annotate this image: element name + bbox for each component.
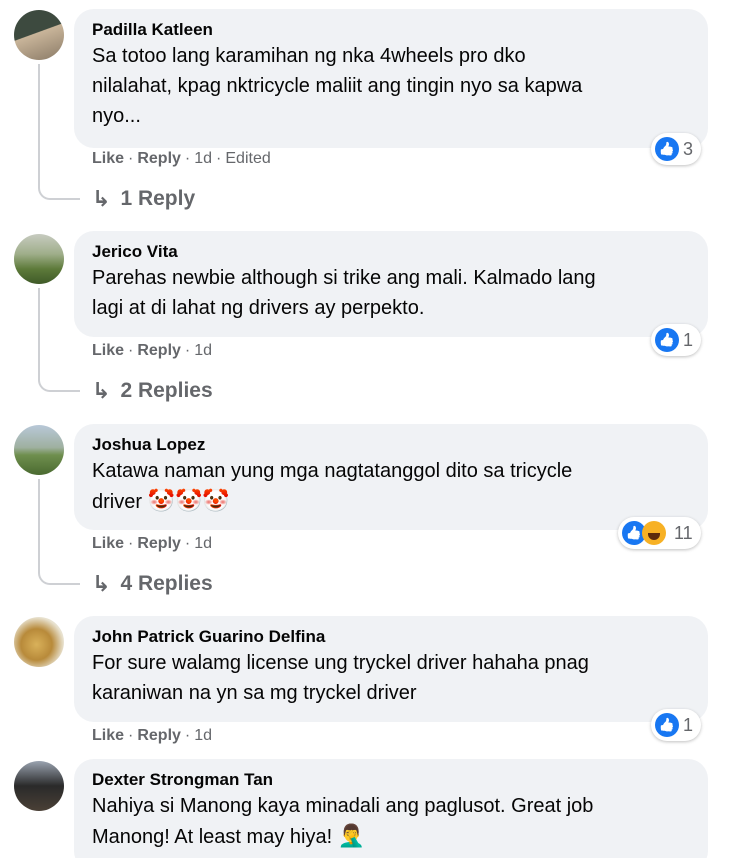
reply-button[interactable]: Reply: [137, 535, 181, 552]
comment-text-line: lagi at di lahat ng drivers ay perpekto.: [92, 297, 425, 319]
reaction-summary[interactable]: 11: [618, 517, 701, 549]
view-replies-link[interactable]: ↳ 4 Replies: [92, 571, 213, 597]
reply-button[interactable]: Reply: [137, 342, 181, 359]
reaction-count: 3: [683, 138, 694, 159]
comment-actions: Like · Reply · 1d: [92, 341, 212, 361]
comment-actions: Like · Reply · 1d: [92, 534, 212, 554]
comment-author[interactable]: Jerico Vita: [92, 241, 692, 263]
avatar[interactable]: [14, 234, 64, 284]
comment-author[interactable]: Joshua Lopez: [92, 434, 692, 456]
reply-arrow-icon: ↳: [92, 571, 111, 596]
thread-line: [38, 479, 80, 585]
comment-text-line: For sure walamg license ung tryckel driv…: [92, 652, 589, 674]
timestamp[interactable]: 1d: [194, 150, 212, 167]
like-button[interactable]: Like: [92, 727, 124, 744]
separator: ·: [184, 535, 191, 552]
separator: ·: [216, 150, 222, 167]
like-button[interactable]: Like: [92, 150, 124, 167]
comment-text-line: Katawa naman yung mga nagtatanggol dito …: [92, 460, 573, 482]
comment-text-line: Parehas newbie although si trike ang mal…: [92, 267, 596, 289]
reaction-count: 1: [683, 714, 694, 735]
comment-actions: Like · Reply · 1d · Edited: [92, 149, 271, 169]
separator: ·: [184, 150, 191, 167]
avatar[interactable]: [14, 10, 64, 60]
reaction-count: 11: [674, 522, 693, 543]
comment-text-line: Manong! At least may hiya! 🤦‍♂️: [92, 821, 692, 852]
comment-text-line: Nahiya si Manong kaya minadali ang paglu…: [92, 795, 594, 817]
separator: ·: [128, 535, 134, 552]
timestamp[interactable]: 1d: [194, 342, 212, 359]
comment-author[interactable]: John Patrick Guarino Delfina: [92, 626, 692, 648]
separator: ·: [128, 342, 134, 359]
like-reaction-icon: [655, 713, 679, 737]
comment-bubble: Jerico Vita Parehas newbie although si t…: [74, 231, 708, 337]
edited-label: Edited: [225, 150, 271, 167]
avatar[interactable]: [14, 761, 64, 811]
separator: ·: [128, 150, 134, 167]
reaction-summary[interactable]: 1: [651, 709, 702, 741]
reply-arrow-icon: ↳: [92, 378, 111, 403]
view-replies-link[interactable]: ↳ 2 Replies: [92, 378, 213, 404]
timestamp[interactable]: 1d: [194, 727, 212, 744]
comment-author[interactable]: Dexter Strongman Tan: [92, 769, 692, 791]
thread-line: [38, 64, 80, 200]
comment-actions: Like · Reply · 1d: [92, 726, 212, 746]
like-reaction-icon: [655, 137, 679, 161]
like-button[interactable]: Like: [92, 535, 124, 552]
haha-reaction-icon: [642, 521, 666, 545]
timestamp[interactable]: 1d: [194, 535, 212, 552]
comment-bubble: John Patrick Guarino Delfina For sure wa…: [74, 616, 708, 722]
comment-text-line: karaniwan na yn sa mg tryckel driver: [92, 682, 417, 704]
replies-label: 4 Replies: [120, 572, 213, 595]
separator: ·: [184, 727, 191, 744]
facepalm-emoji: 🤦‍♂️: [337, 823, 366, 848]
avatar[interactable]: [14, 617, 64, 667]
clown-emoji: 🤡🤡🤡: [147, 488, 230, 513]
reaction-summary[interactable]: 3: [651, 133, 702, 165]
reaction-summary[interactable]: 1: [651, 324, 702, 356]
like-button[interactable]: Like: [92, 342, 124, 359]
avatar[interactable]: [14, 425, 64, 475]
comment-text-line: nilalahat, kpag nktricycle maliit ang ti…: [92, 75, 583, 97]
view-replies-link[interactable]: ↳ 1 Reply: [92, 186, 195, 212]
reply-button[interactable]: Reply: [137, 150, 181, 167]
comment-bubble: Joshua Lopez Katawa naman yung mga nagta…: [74, 424, 708, 530]
comment-text-line: driver 🤡🤡🤡: [92, 486, 692, 517]
comment-text-part: driver: [92, 491, 143, 513]
thread-line: [38, 288, 80, 392]
replies-label: 1 Reply: [120, 187, 196, 210]
like-reaction-icon: [655, 328, 679, 352]
comment-bubble: Dexter Strongman Tan Nahiya si Manong ka…: [74, 759, 708, 858]
comment-author[interactable]: Padilla Katleen: [92, 19, 692, 41]
reply-button[interactable]: Reply: [137, 727, 181, 744]
comment-text-line: nyo...: [92, 105, 141, 127]
comment-bubble: Padilla Katleen Sa totoo lang karamihan …: [74, 9, 708, 148]
replies-label: 2 Replies: [120, 379, 213, 402]
reply-arrow-icon: ↳: [92, 186, 111, 211]
separator: ·: [184, 342, 191, 359]
comment-text-part: Manong! At least may hiya!: [92, 826, 333, 848]
reaction-count: 1: [683, 329, 694, 350]
comment-text-line: Sa totoo lang karamihan ng nka 4wheels p…: [92, 45, 526, 67]
separator: ·: [128, 727, 134, 744]
